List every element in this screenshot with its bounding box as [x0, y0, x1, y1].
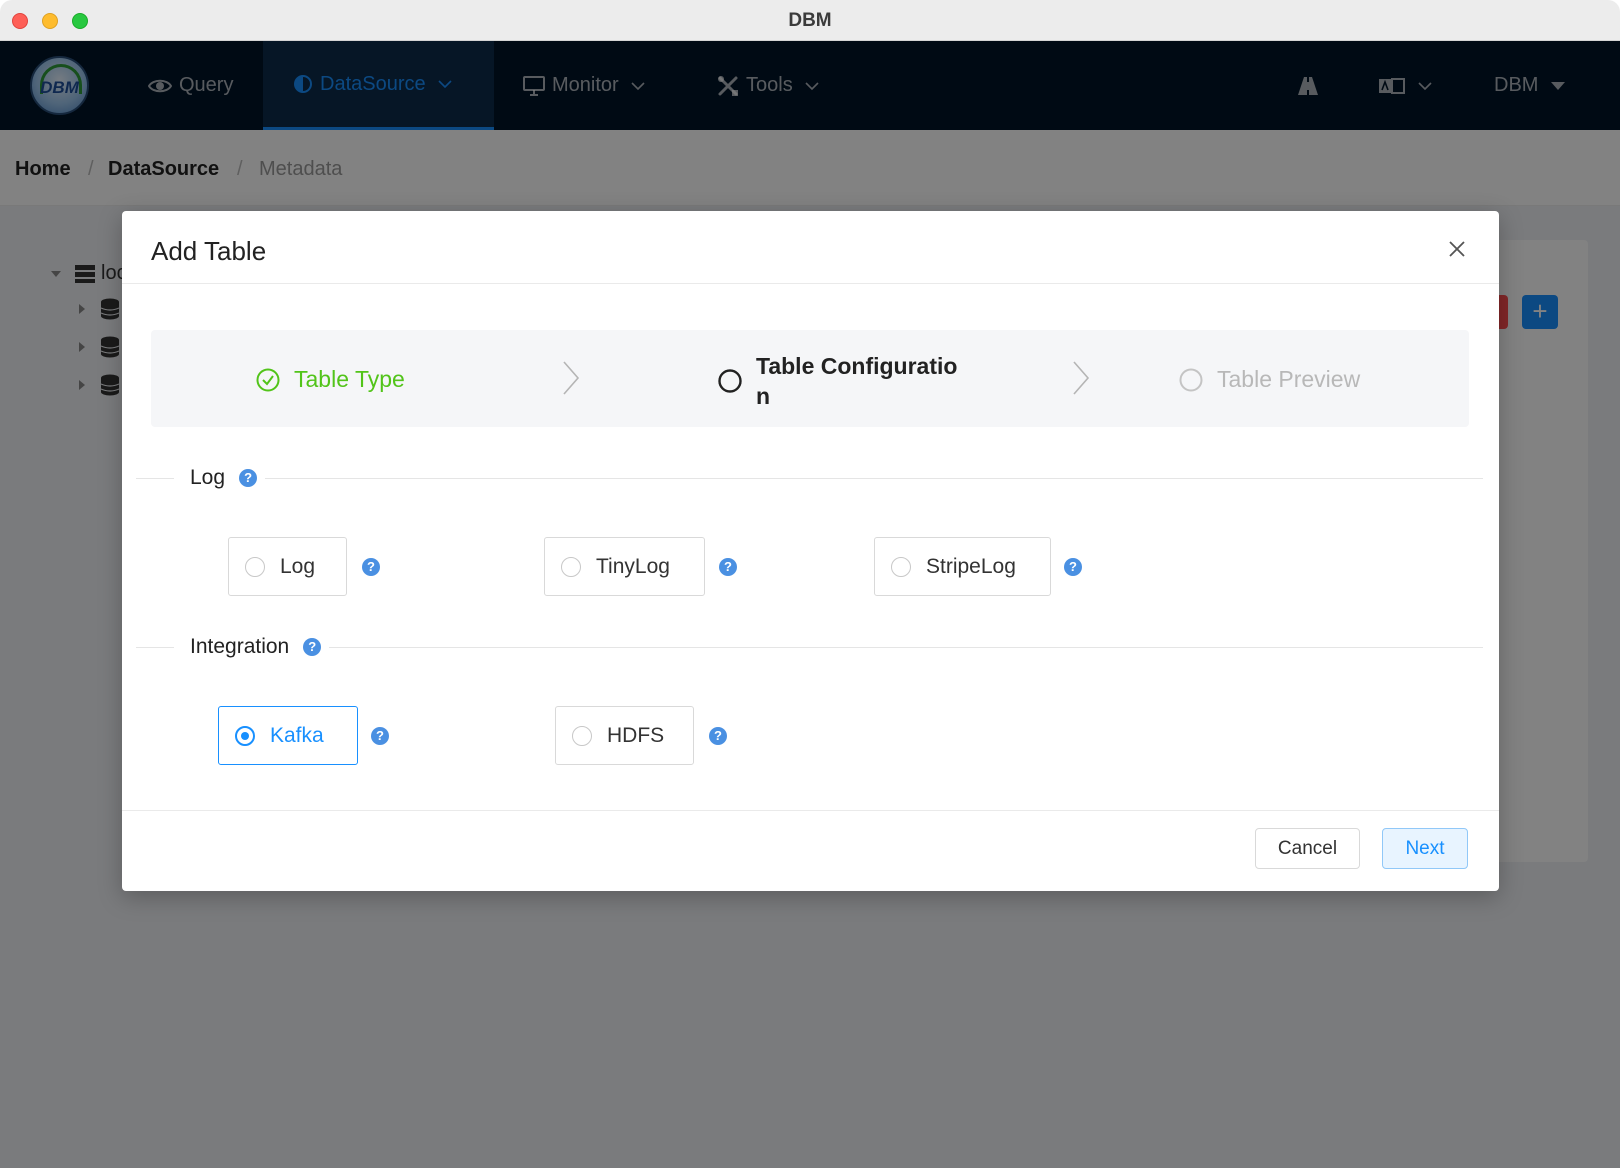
option-label: TinyLog	[596, 554, 670, 578]
step-label: Table Type	[294, 366, 405, 392]
step-label: Table Configuratio	[756, 353, 958, 379]
modal-footer: Cancel Next	[122, 810, 1499, 891]
circle-icon	[1179, 368, 1203, 391]
modal-header: Add Table	[122, 211, 1499, 284]
radio-icon	[235, 725, 255, 746]
step-table-configuration[interactable]: Table Configuratio n	[718, 351, 976, 411]
close-icon[interactable]	[1445, 237, 1469, 261]
option-label: Log	[280, 554, 316, 578]
option-label: HDFS	[607, 723, 665, 747]
option-stripelog[interactable]: StripeLog	[874, 537, 1051, 596]
section-label-log: Log ?	[174, 466, 266, 490]
radio-icon	[561, 556, 581, 577]
step-table-type[interactable]: Table Type	[256, 366, 405, 393]
option-label: StripeLog	[926, 554, 1016, 578]
section-divider	[136, 478, 1483, 479]
help-icon[interactable]: ?	[1064, 558, 1082, 576]
window-titlebar: DBM	[0, 0, 1620, 41]
option-kafka[interactable]: Kafka	[218, 706, 358, 765]
step-label-wrap: n	[756, 383, 771, 409]
option-hdfs[interactable]: HDFS	[555, 706, 694, 765]
section-title: Integration	[190, 635, 290, 658]
section-title: Log	[190, 466, 226, 489]
step-table-preview[interactable]: Table Preview	[1179, 366, 1360, 393]
help-icon[interactable]: ?	[303, 638, 322, 656]
section-label-integration: Integration ?	[174, 635, 330, 659]
option-log[interactable]: Log	[228, 537, 347, 596]
radio-icon	[891, 556, 911, 577]
add-table-modal: Add Table Table Type Table Configuratio …	[122, 211, 1499, 891]
chevron-right-icon	[563, 361, 580, 395]
help-icon[interactable]: ?	[719, 558, 737, 576]
circle-icon	[718, 369, 742, 393]
step-label: Table Preview	[1217, 366, 1361, 392]
help-icon[interactable]: ?	[709, 727, 727, 745]
cancel-button[interactable]: Cancel	[1255, 828, 1360, 869]
option-label: Kafka	[270, 723, 324, 747]
next-button[interactable]: Next	[1382, 828, 1468, 869]
help-icon[interactable]: ?	[371, 727, 389, 745]
section-divider	[136, 647, 1483, 648]
check-circle-icon	[256, 368, 280, 391]
radio-icon	[572, 725, 592, 746]
option-tinylog[interactable]: TinyLog	[544, 537, 705, 596]
chevron-right-icon	[1073, 361, 1090, 395]
help-icon[interactable]: ?	[362, 558, 380, 576]
modal-title: Add Table	[151, 236, 267, 266]
radio-icon	[245, 556, 265, 577]
help-icon[interactable]: ?	[239, 469, 258, 487]
steps-bar: Table Type Table Configuratio n Table Pr…	[151, 330, 1469, 427]
window-title: DBM	[788, 10, 832, 31]
